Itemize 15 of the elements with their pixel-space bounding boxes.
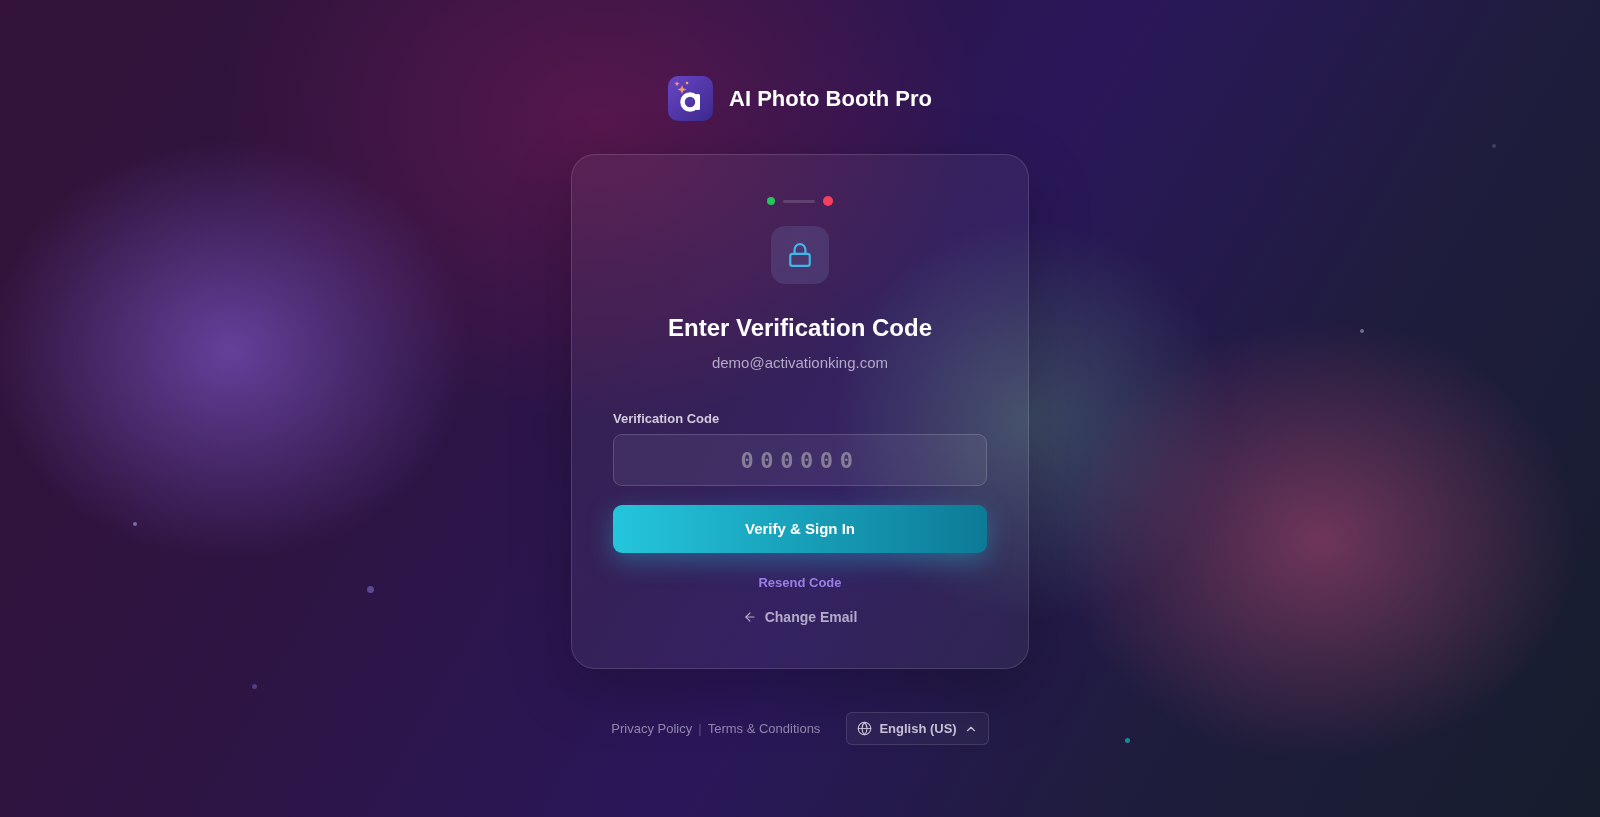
language-selector[interactable]: English (US) bbox=[846, 712, 989, 745]
change-email-link[interactable]: Change Email bbox=[742, 607, 858, 627]
arrow-left-icon bbox=[742, 610, 757, 624]
card-heading: Enter Verification Code bbox=[667, 313, 933, 343]
lock-icon bbox=[771, 226, 829, 284]
app-title: AI Photo Booth Pro bbox=[729, 84, 932, 113]
resend-code-link[interactable]: Resend Code bbox=[758, 574, 842, 592]
footer-link[interactable]: Privacy Policy bbox=[611, 719, 693, 738]
email-address: demo@activationking.com bbox=[711, 353, 889, 373]
footer-link[interactable]: Terms & Conditions bbox=[707, 719, 821, 738]
app-logo-icon bbox=[668, 76, 714, 121]
link-separator: | bbox=[698, 719, 702, 738]
field-label: Verification Code bbox=[613, 410, 720, 428]
globe-icon bbox=[857, 721, 873, 736]
verify-sign-in-button[interactable]: Verify & Sign In bbox=[613, 505, 987, 553]
